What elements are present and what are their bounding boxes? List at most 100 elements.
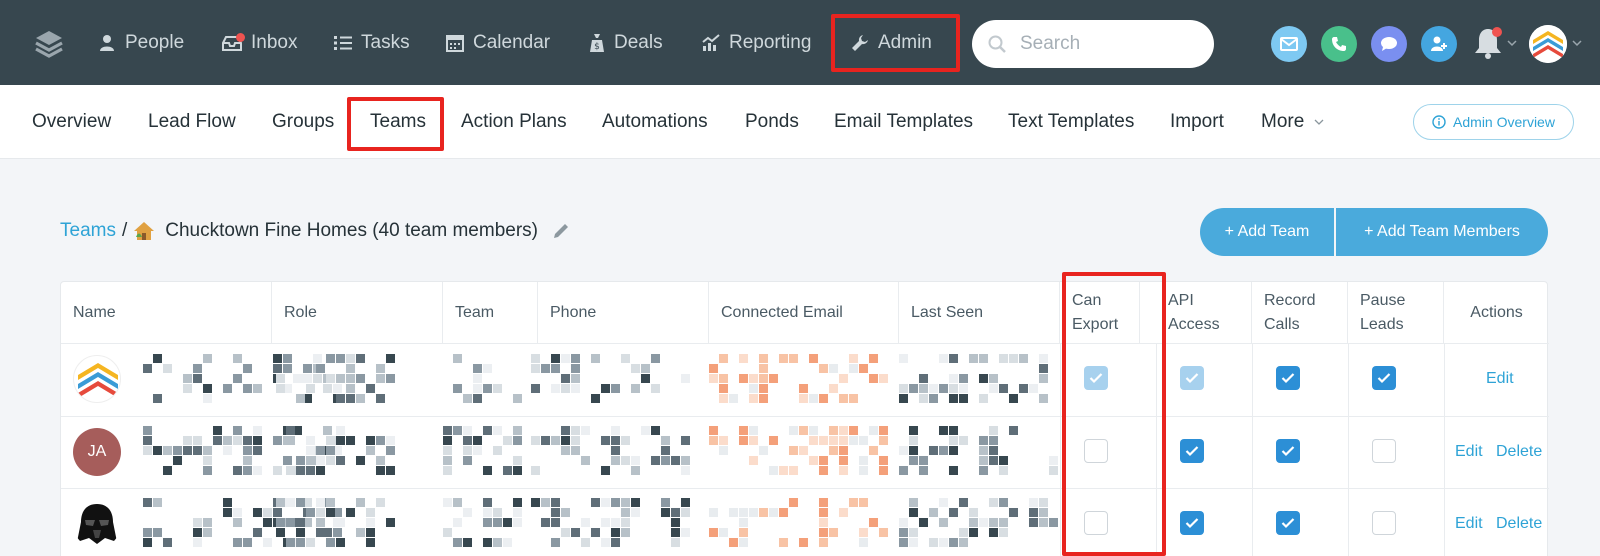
add-person-button[interactable] xyxy=(1421,26,1457,62)
redaction-pixel xyxy=(969,354,978,363)
redaction-pixel xyxy=(306,436,315,445)
redaction-pixel xyxy=(551,436,560,445)
nav-reporting[interactable]: Reporting xyxy=(702,0,811,85)
col-record-calls[interactable]: Record Calls xyxy=(1252,282,1348,343)
brand-logo-icon xyxy=(1529,25,1567,63)
redaction-pixel xyxy=(493,384,502,393)
col-can-export[interactable]: Can Export xyxy=(1060,282,1140,343)
can-export-checkbox[interactable] xyxy=(1084,366,1108,390)
redaction-pixel xyxy=(681,508,690,517)
subnav-text-templates[interactable]: Text Templates xyxy=(1008,85,1134,159)
phone-button[interactable] xyxy=(1321,26,1357,62)
redaction-pixel xyxy=(789,446,798,455)
add-team-button[interactable]: + Add Team xyxy=(1200,208,1336,256)
record-calls-checkbox[interactable] xyxy=(1276,366,1300,390)
nav-calendar[interactable]: Calendar xyxy=(446,0,550,85)
can-export-checkbox[interactable] xyxy=(1084,439,1108,463)
subnav-automations[interactable]: Automations xyxy=(602,85,708,159)
subnav-action-plans[interactable]: Action Plans xyxy=(461,85,567,159)
checkmark-icon xyxy=(1377,373,1391,384)
subnav-teams[interactable]: Teams xyxy=(370,85,426,159)
record-calls-checkbox[interactable] xyxy=(1276,511,1300,535)
redaction-pixel xyxy=(453,426,462,435)
api-access-checkbox[interactable] xyxy=(1180,439,1204,463)
redaction-pixel xyxy=(999,528,1008,537)
api-access-checkbox[interactable] xyxy=(1180,511,1204,535)
col-phone[interactable]: Phone xyxy=(538,282,709,343)
col-connected-email[interactable]: Connected Email xyxy=(709,282,899,343)
redaction-pixel xyxy=(483,498,492,507)
delete-link[interactable]: Delete xyxy=(1496,443,1542,461)
admin-overview-button[interactable]: Admin Overview xyxy=(1413,104,1574,140)
edit-link[interactable]: Edit xyxy=(1455,515,1483,533)
redaction-pixel xyxy=(243,436,252,445)
nav-deals[interactable]: $ Deals xyxy=(589,0,663,85)
col-role[interactable]: Role xyxy=(272,282,443,343)
redaction-pixel xyxy=(503,538,512,547)
delete-link[interactable]: Delete xyxy=(1496,515,1542,533)
redaction-pixel xyxy=(1039,518,1048,527)
col-name[interactable]: Name xyxy=(61,282,272,343)
redaction-pixel xyxy=(233,436,242,445)
redaction-pixel xyxy=(243,384,252,393)
chat-button[interactable] xyxy=(1371,26,1407,62)
search-input[interactable] xyxy=(1020,33,1190,55)
redaction-pixel xyxy=(483,384,492,393)
redaction-pixel xyxy=(493,538,502,547)
redaction-pixel xyxy=(223,436,232,445)
subnav-ponds[interactable]: Ponds xyxy=(745,85,799,159)
subnav-import[interactable]: Import xyxy=(1170,85,1224,159)
checkmark-icon xyxy=(1281,446,1295,457)
search-box[interactable] xyxy=(972,20,1214,68)
add-team-members-button[interactable]: + Add Team Members xyxy=(1336,208,1548,256)
redaction-pixel xyxy=(233,518,242,527)
subnav-groups[interactable]: Groups xyxy=(272,85,334,159)
bell-icon[interactable] xyxy=(1473,26,1503,60)
chevron-down-icon[interactable] xyxy=(1507,38,1517,48)
can-export-checkbox[interactable] xyxy=(1084,511,1108,535)
subnav-more[interactable]: More xyxy=(1261,85,1324,159)
redaction-pixel xyxy=(463,456,472,465)
email-button[interactable] xyxy=(1271,26,1307,62)
redaction-pixel xyxy=(909,538,918,547)
redaction-pixel xyxy=(929,538,938,547)
redaction-pixel xyxy=(919,456,928,465)
wrench-icon xyxy=(852,34,868,51)
pause-leads-checkbox[interactable] xyxy=(1372,366,1396,390)
chevron-down-icon[interactable] xyxy=(1572,38,1582,48)
pencil-icon[interactable] xyxy=(552,222,570,240)
subnav-overview[interactable]: Overview xyxy=(32,85,111,159)
nav-inbox[interactable]: Inbox xyxy=(222,0,297,85)
checkmark-icon xyxy=(1281,373,1295,384)
redaction-pixel xyxy=(463,508,472,517)
edit-link[interactable]: Edit xyxy=(1486,370,1514,388)
col-pause-leads[interactable]: Pause Leads xyxy=(1348,282,1444,343)
subnav-email-templates[interactable]: Email Templates xyxy=(834,85,973,159)
api-access-checkbox[interactable] xyxy=(1180,366,1204,390)
redaction-pixel xyxy=(749,508,758,517)
nav-people[interactable]: People xyxy=(98,0,184,85)
nav-tasks[interactable]: Tasks xyxy=(334,0,410,85)
redaction-pixel xyxy=(243,364,252,373)
add-person-icon xyxy=(1431,36,1447,51)
redaction-pixel xyxy=(601,538,610,547)
breadcrumb-teams-link[interactable]: Teams xyxy=(60,220,116,242)
redaction-pixel xyxy=(453,384,462,393)
col-team[interactable]: Team xyxy=(443,282,538,343)
redaction-pixel xyxy=(631,498,640,507)
subnav-lead-flow[interactable]: Lead Flow xyxy=(148,85,236,159)
pause-leads-checkbox[interactable] xyxy=(1372,511,1396,535)
record-calls-checkbox[interactable] xyxy=(1276,439,1300,463)
redaction-pixel xyxy=(233,354,242,363)
redaction-pixel xyxy=(769,436,778,445)
app-logo-icon[interactable] xyxy=(34,28,64,58)
edit-link[interactable]: Edit xyxy=(1455,443,1483,461)
user-avatar[interactable] xyxy=(1529,25,1567,63)
redaction-pixel xyxy=(551,364,560,373)
redaction-pixel xyxy=(356,374,365,383)
redaction-pixel xyxy=(959,384,968,393)
col-last-seen[interactable]: Last Seen xyxy=(899,282,1060,343)
nav-admin[interactable]: Admin xyxy=(851,0,932,85)
pause-leads-checkbox[interactable] xyxy=(1372,439,1396,463)
col-api-access[interactable]: API Access xyxy=(1156,282,1252,343)
